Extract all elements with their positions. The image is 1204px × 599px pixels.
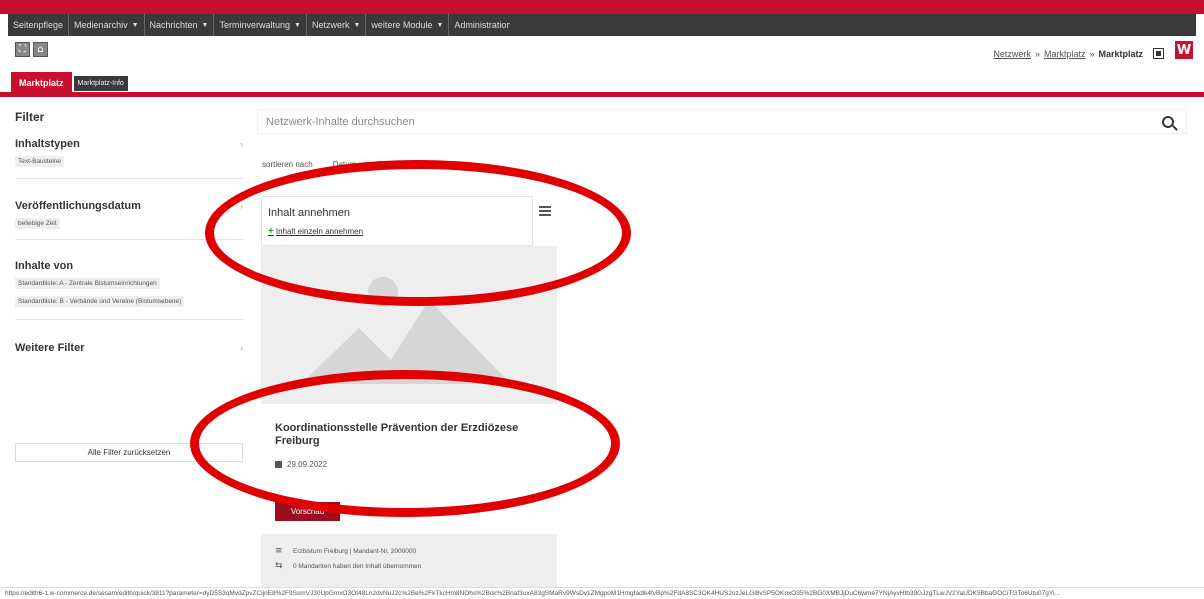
fullscreen-icon[interactable]: ⛶ <box>15 42 30 57</box>
card-date: 29.09.2022 <box>275 460 327 469</box>
menu-medienarchiv[interactable]: Medienarchiv ▼ <box>69 14 145 36</box>
filter-group-header[interactable]: Weitere Filter › <box>15 342 243 354</box>
sort-order-select[interactable]: absteigend ⌄ <box>394 160 445 169</box>
chevron-down-icon: ⌄ <box>439 161 446 169</box>
reset-filters-button[interactable]: Alle Filter zurücksetzen <box>15 443 243 462</box>
breadcrumb-separator: » <box>1089 48 1095 59</box>
main-menu: Seitenpflege Medienarchiv ▼ Nachrichten ▼ … <box>8 14 529 36</box>
chevron-right-icon: › <box>240 139 243 149</box>
caret-down-icon: ▼ <box>436 21 444 29</box>
adopted-line: ⇆ 0 Mandanten haben den Inhalt übernomme… <box>275 561 422 571</box>
caret-down-icon: ▼ <box>201 21 209 29</box>
search-input[interactable]: Netzwerk-Inhalte durchsuchen <box>266 116 415 128</box>
top-brand-bar <box>0 0 1204 14</box>
menu-weitere-module[interactable]: weitere Module ▼ <box>366 14 450 36</box>
filter-group-weitere-filter: Weitere Filter › <box>15 342 243 354</box>
calendar-icon <box>275 461 282 468</box>
placeholder-image <box>261 246 557 404</box>
hamburger-menu-icon[interactable] <box>539 206 551 216</box>
breadcrumb-netzwerk[interactable]: Netzwerk <box>993 49 1031 59</box>
menu-title: Inhalt annehmen <box>268 207 350 219</box>
filter-chip[interactable]: Standardliste: A - Zentrale Bistumseinri… <box>15 278 160 289</box>
accept-single-link[interactable]: + Inhalt einzeln annehmen <box>268 226 526 237</box>
filter-title: Filter <box>15 110 45 124</box>
menu-bar-background <box>510 14 1196 36</box>
filter-group-header[interactable]: Veröffentlichungsdatum › <box>15 200 243 212</box>
caret-down-icon: ▼ <box>131 21 139 29</box>
divider <box>15 319 243 320</box>
menu-terminverwaltung[interactable]: Terminverwaltung ▼ <box>214 14 307 36</box>
chevron-down-icon: ⌄ <box>376 161 383 169</box>
breadcrumb: Netzwerk » Marktplatz » Marktplatz <box>993 48 1164 59</box>
menu-seitenpflege[interactable]: Seitenpflege <box>8 14 70 36</box>
content-card: Inhalt annehmen + Inhalt einzeln annehme… <box>261 196 557 588</box>
menu-nachrichten[interactable]: Nachrichten ▼ <box>145 14 215 36</box>
sort-field-select[interactable]: sortieren nach Datum ⌄ <box>262 160 382 169</box>
breadcrumb-marktplatz[interactable]: Marktplatz <box>1044 49 1086 59</box>
card-footer: ≡ Erzbistum Freiburg | Mandant-Nr. 20000… <box>261 534 557 588</box>
chevron-right-icon: › <box>240 201 243 211</box>
search-bar[interactable]: Netzwerk-Inhalte durchsuchen <box>257 109 1187 134</box>
network-icon: ⇆ <box>275 561 283 571</box>
filter-chip[interactable]: Text-Bausteine <box>15 156 64 167</box>
card-action-menu: Inhalt annehmen + Inhalt einzeln annehme… <box>261 196 533 246</box>
brand-logo: W <box>1175 41 1193 59</box>
filter-chip[interactable]: beliebige Zeit <box>15 218 60 229</box>
divider <box>15 239 243 240</box>
divider <box>15 178 243 179</box>
breadcrumb-current: Marktplatz <box>1098 48 1143 59</box>
breadcrumb-separator: » <box>1034 48 1040 59</box>
filter-group-header[interactable]: Inhalte von › <box>15 260 243 272</box>
filter-group-header[interactable]: Inhaltstypen › <box>15 138 243 150</box>
image-placeholder-icon <box>261 246 557 404</box>
preview-button[interactable]: Vorschau <box>275 502 340 521</box>
filter-panel: Filter Inhaltstypen › Text-Bausteine Ver… <box>15 110 245 354</box>
tab-underline <box>0 92 1204 97</box>
filter-group-inhaltstypen: Inhaltstypen › Text-Bausteine <box>15 138 243 168</box>
tab-marktplatz-info[interactable]: Marktplatz-Info <box>73 76 128 91</box>
owner-line: ≡ Erzbistum Freiburg | Mandant-Nr. 20000… <box>275 546 417 556</box>
toolbar-icons: ⛶ ⌂ <box>15 42 48 57</box>
card-body: Koordinationsstelle Prävention der Erzdi… <box>261 404 557 534</box>
chevron-right-icon: › <box>240 343 243 353</box>
filter-group-veroeffentlichungsdatum: Veröffentlichungsdatum › beliebige Zeit <box>15 200 243 230</box>
filter-chip[interactable]: Standardliste: B - Verbände und Vereine … <box>15 296 185 307</box>
filter-group-inhalte-von: Inhalte von › Standardliste: A - Zentral… <box>15 260 243 308</box>
sort-controls: sortieren nach Datum ⌄ absteigend ⌄ <box>262 160 445 169</box>
caret-down-icon: ▼ <box>353 21 361 29</box>
plus-icon: + <box>268 226 274 237</box>
menu-netzwerk[interactable]: Netzwerk ▼ <box>307 14 367 36</box>
chevron-right-icon: › <box>240 261 243 271</box>
search-icon[interactable] <box>1162 115 1174 128</box>
status-bar-url: https://edith6-1.w-commerce.de/sesam/edi… <box>0 587 1204 599</box>
window-icon[interactable] <box>1153 48 1164 59</box>
list-icon: ≡ <box>275 546 283 556</box>
home-icon[interactable]: ⌂ <box>33 42 48 57</box>
caret-down-icon: ▼ <box>294 21 301 29</box>
card-title[interactable]: Koordinationsstelle Prävention der Erzdi… <box>275 422 545 448</box>
